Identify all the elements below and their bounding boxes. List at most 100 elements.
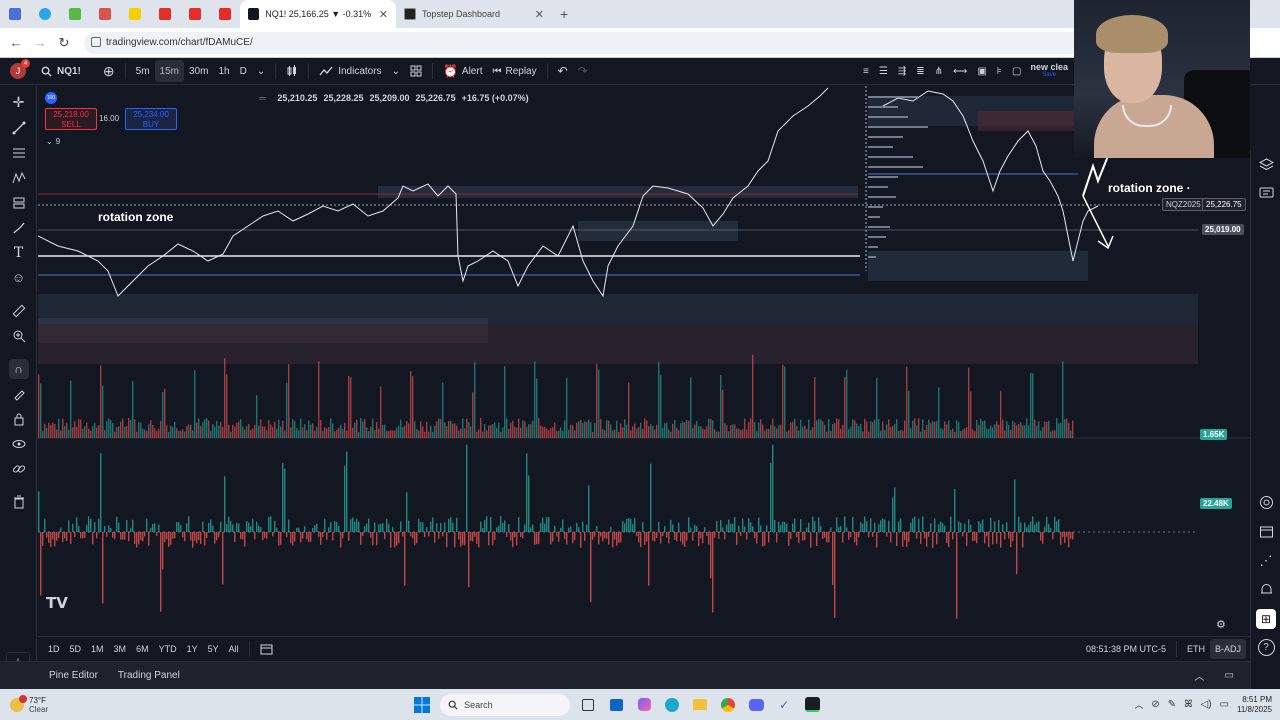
target-icon[interactable]: [1251, 488, 1280, 517]
user-avatar[interactable]: J 4: [10, 59, 30, 79]
url-field[interactable]: tradingview.com/chart/fDAMuCE/: [84, 31, 1084, 54]
magnet-icon[interactable]: ∩: [0, 356, 37, 381]
drawing-tool-icon[interactable]: ☰: [874, 60, 893, 82]
range-3m[interactable]: 3M: [109, 639, 132, 659]
link-icon[interactable]: [0, 456, 37, 481]
help-icon[interactable]: ?: [1251, 633, 1280, 662]
network-icon[interactable]: ⊘: [1151, 699, 1159, 710]
indicators-toggle[interactable]: ⌄ 9: [46, 137, 60, 146]
interval-1h[interactable]: 1h: [213, 60, 234, 82]
drawing-tool-icon[interactable]: ▣: [972, 60, 991, 82]
interval-d[interactable]: D: [235, 60, 252, 82]
pinned-tab[interactable]: [60, 0, 90, 28]
collapse-panel-icon[interactable]: ︿: [1185, 664, 1215, 688]
stay-in-drawing-icon[interactable]: [0, 381, 37, 406]
interval-5m[interactable]: 5m: [131, 60, 155, 82]
layout-save-button[interactable]: new clea Save: [1030, 63, 1068, 79]
interval-15m[interactable]: 15m: [154, 60, 184, 82]
interval-dropdown-icon[interactable]: ⌄: [252, 60, 270, 82]
trading-panel-tab[interactable]: Trading Panel: [108, 664, 190, 688]
session-toggle[interactable]: ETH: [1182, 639, 1210, 659]
ruler-icon[interactable]: [0, 298, 37, 323]
indicators-button[interactable]: Indicators: [314, 60, 386, 82]
crosshair-icon[interactable]: ✛: [0, 90, 37, 115]
compare-symbol-button[interactable]: ⊕: [98, 60, 120, 82]
pinned-tab[interactable]: [0, 0, 30, 28]
alert-button[interactable]: ⏰ Alert: [438, 60, 488, 82]
range-all[interactable]: All: [224, 639, 244, 659]
range-1d[interactable]: 1D: [43, 639, 65, 659]
price-chart[interactable]: [38, 86, 1250, 634]
templates-dropdown-icon[interactable]: ⌄: [387, 60, 405, 82]
range-ytd[interactable]: YTD: [154, 639, 182, 659]
redo-button[interactable]: ↷: [573, 60, 593, 82]
pinned-tab[interactable]: [150, 0, 180, 28]
drawing-tool-icon[interactable]: ≡: [858, 60, 874, 82]
undo-button[interactable]: ↶: [553, 60, 573, 82]
projection-icon[interactable]: [0, 190, 37, 215]
range-5d[interactable]: 5D: [65, 639, 87, 659]
range-5y[interactable]: 5Y: [203, 639, 224, 659]
symbol-description[interactable]: [63, 93, 213, 103]
interval-30m[interactable]: 30m: [184, 60, 213, 82]
file-explorer-icon[interactable]: [689, 694, 711, 716]
replay-button[interactable]: ⏮ Replay: [487, 60, 541, 82]
battery-icon[interactable]: ▭: [1220, 699, 1229, 710]
range-1y[interactable]: 1Y: [182, 639, 203, 659]
close-tab-icon[interactable]: ✕: [379, 8, 388, 21]
trash-icon[interactable]: [0, 489, 37, 514]
chat-icon[interactable]: [1251, 179, 1280, 208]
task-view-icon[interactable]: [577, 694, 599, 716]
layouts-button[interactable]: [405, 60, 427, 82]
calendar-icon[interactable]: [1251, 517, 1280, 546]
weather-widget[interactable]: 73°F Clear: [10, 694, 48, 714]
drawing-tool-icon[interactable]: ⇶: [893, 60, 911, 82]
fib-icon[interactable]: [0, 140, 37, 165]
emoji-icon[interactable]: ☺: [0, 265, 37, 290]
pinned-tab[interactable]: [180, 0, 210, 28]
pinned-tab[interactable]: [90, 0, 120, 28]
maximize-panel-icon[interactable]: ▭: [1215, 664, 1244, 688]
new-tab-button[interactable]: +: [552, 0, 576, 28]
settings-gear-icon[interactable]: ⚙: [1216, 618, 1226, 631]
pen-icon[interactable]: ✎: [1168, 699, 1176, 710]
wifi-icon[interactable]: ꕤ: [1184, 699, 1192, 710]
lock-icon[interactable]: [0, 406, 37, 431]
zoom-in-icon[interactable]: [0, 323, 37, 348]
pinned-tab[interactable]: [30, 0, 60, 28]
tray-chevron-icon[interactable]: ︿: [1134, 698, 1143, 711]
back-button[interactable]: ←: [4, 31, 28, 55]
drawing-tool-icon[interactable]: ⋔: [930, 60, 948, 82]
chrome-icon[interactable]: [717, 694, 739, 716]
pattern-icon[interactable]: [0, 165, 37, 190]
eye-icon[interactable]: [0, 431, 37, 456]
pinned-tab[interactable]: [120, 0, 150, 28]
clock-timezone[interactable]: 08:51:38 PM UTC-5: [1081, 639, 1171, 659]
reload-button[interactable]: ↻: [52, 31, 76, 55]
forward-button[interactable]: →: [28, 31, 52, 55]
go-to-date-icon[interactable]: [255, 639, 278, 659]
pinned-tab[interactable]: [210, 0, 240, 28]
app-icon[interactable]: ✓: [773, 694, 795, 716]
brush-icon[interactable]: [0, 215, 37, 240]
copilot-icon[interactable]: [633, 694, 655, 716]
close-tab-icon[interactable]: ✕: [535, 8, 544, 21]
grid-menu-icon[interactable]: ⊞: [1251, 604, 1280, 633]
chart-type-button[interactable]: [281, 60, 303, 82]
volume-icon[interactable]: ◁): [1201, 699, 1212, 710]
buy-button[interactable]: 25,234.00 BUY: [125, 108, 177, 130]
pine-editor-tab[interactable]: Pine Editor: [39, 664, 108, 688]
taskbar-search[interactable]: Search: [440, 693, 571, 716]
store-icon[interactable]: [605, 694, 627, 716]
text-icon[interactable]: T: [0, 240, 37, 265]
symbol-search-button[interactable]: NQ1!: [36, 60, 86, 82]
news-feed-icon[interactable]: ⋰: [1251, 546, 1280, 575]
drawing-tool-icon[interactable]: ⟷: [948, 60, 972, 82]
sell-button[interactable]: 25,218.00 SELL: [45, 108, 97, 130]
edge-icon[interactable]: [661, 694, 683, 716]
trend-line-icon[interactable]: [0, 115, 37, 140]
adjustment-toggle[interactable]: B-ADJ: [1209, 638, 1246, 659]
layers-icon[interactable]: [1251, 150, 1280, 179]
tradingview-app-icon[interactable]: [801, 694, 823, 716]
browser-tab-tradingview[interactable]: NQ1! 25,166.25 ▼ -0.31% new ✕: [240, 0, 396, 28]
